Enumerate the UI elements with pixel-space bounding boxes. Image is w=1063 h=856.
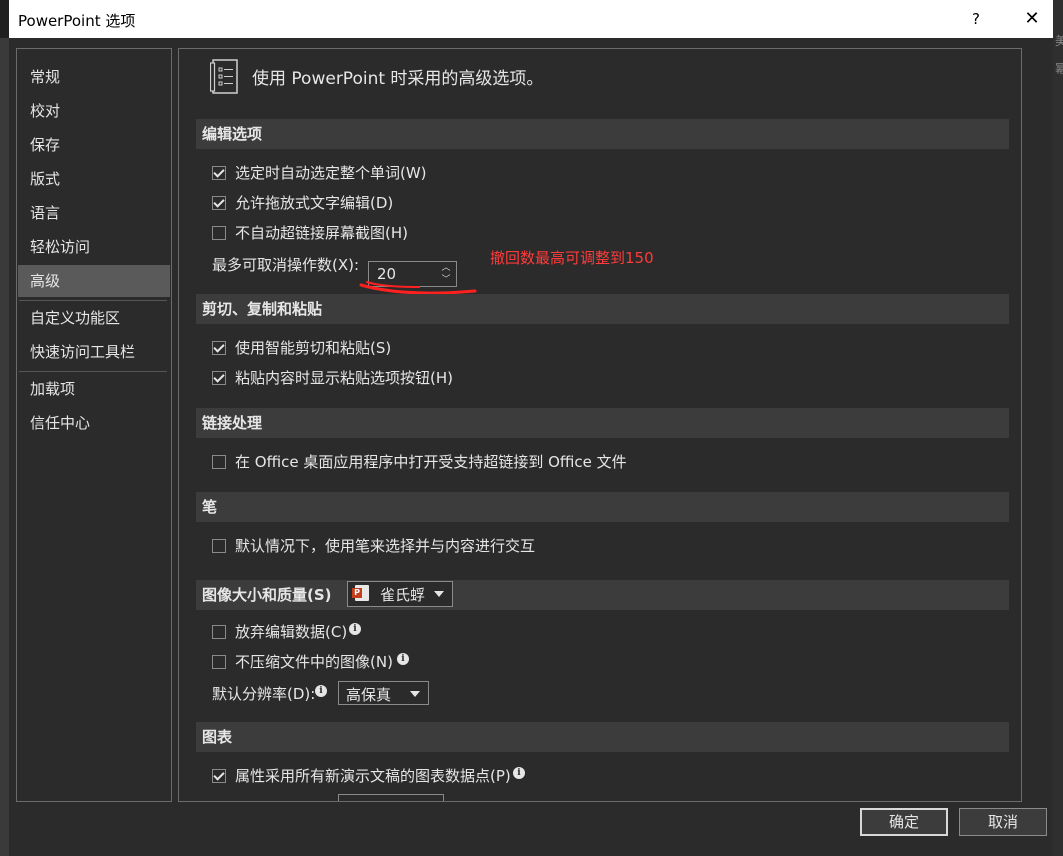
sidebar-item-quick-access-toolbar[interactable]: 快速访问工具栏 bbox=[18, 336, 170, 368]
default-resolution-select[interactable]: 高保真 bbox=[338, 681, 429, 705]
background-app-right: 美 幂 bbox=[1053, 0, 1063, 856]
section-pen: 笔 bbox=[196, 492, 1009, 522]
option-label: 选定时自动选定整个单词(W) bbox=[235, 164, 427, 182]
cancel-button[interactable]: 取消 bbox=[959, 808, 1047, 836]
section-cut-copy-paste: 剪切、复制和粘贴 bbox=[196, 294, 1009, 324]
info-icon[interactable]: i bbox=[349, 623, 361, 635]
checkbox-auto-select-word[interactable] bbox=[212, 166, 226, 180]
option-label: 放弃编辑数据(C) bbox=[235, 623, 348, 641]
default-resolution-value: 高保真 bbox=[346, 686, 392, 704]
sidebar-divider bbox=[19, 300, 167, 301]
undo-count-label: 最多可取消操作数(X): bbox=[212, 256, 360, 274]
options-dialog: 常规 校对 保存 版式 语言 轻松访问 高级 自定义功能区 快速访问工具栏 加载… bbox=[9, 38, 1053, 856]
sidebar-item-accessibility[interactable]: 轻松访问 bbox=[18, 231, 170, 263]
default-resolution-label: 默认分辨率(D): bbox=[212, 685, 316, 703]
checkbox-drag-drop-editing[interactable] bbox=[212, 196, 226, 210]
checkbox-open-links-in-desktop-app[interactable] bbox=[212, 455, 226, 469]
chevron-down-icon bbox=[434, 591, 444, 597]
chevron-down-icon bbox=[410, 691, 420, 697]
checkbox-no-auto-hyperlink-screenshot[interactable] bbox=[212, 226, 226, 240]
title-bar: PowerPoint 选项 ? ✕ bbox=[9, 0, 1053, 38]
option-label: 允许拖放式文字编辑(D) bbox=[235, 194, 394, 212]
info-icon[interactable]: i bbox=[513, 767, 525, 779]
info-icon[interactable]: i bbox=[315, 685, 327, 697]
option-label: 默认情况下，使用笔来选择并与内容进行交互 bbox=[235, 537, 536, 555]
image-file-select[interactable]: 雀氏蜉 bbox=[347, 581, 453, 607]
option-label: 属性采用所有新演示文稿的图表数据点(P) bbox=[235, 767, 511, 785]
checkbox-smart-cut-paste[interactable] bbox=[212, 341, 226, 355]
section-edit-options: 编辑选项 bbox=[196, 119, 1009, 149]
sidebar-item-trust-center[interactable]: 信任中心 bbox=[18, 407, 170, 439]
sidebar-item-general[interactable]: 常规 bbox=[18, 61, 170, 93]
advanced-options-icon bbox=[209, 59, 240, 99]
section-title: 图像大小和质量(S) bbox=[202, 586, 332, 604]
powerpoint-file-icon bbox=[352, 585, 369, 601]
image-file-select-value: 雀氏蜉 bbox=[380, 586, 426, 604]
window-title: PowerPoint 选项 bbox=[18, 12, 136, 30]
sidebar-item-save[interactable]: 保存 bbox=[18, 129, 170, 161]
checkbox-chart-data-point-properties[interactable] bbox=[212, 769, 226, 783]
help-button[interactable]: ? bbox=[954, 6, 998, 32]
sidebar-item-advanced[interactable]: 高级 bbox=[18, 265, 170, 297]
checkbox-show-paste-options[interactable] bbox=[212, 371, 226, 385]
checkbox-do-not-compress-images[interactable] bbox=[212, 655, 226, 669]
sidebar-item-layout[interactable]: 版式 bbox=[18, 163, 170, 195]
sidebar-item-customize-ribbon[interactable]: 自定义功能区 bbox=[18, 302, 170, 334]
sidebar: 常规 校对 保存 版式 语言 轻松访问 高级 自定义功能区 快速访问工具栏 加载… bbox=[16, 48, 172, 802]
close-button[interactable]: ✕ bbox=[1007, 6, 1057, 32]
background-text-fragment: 美 bbox=[1055, 34, 1063, 48]
option-label: 不自动超链接屏幕截图(H) bbox=[235, 224, 408, 242]
sidebar-divider bbox=[19, 371, 167, 372]
option-label: 在 Office 桌面应用程序中打开受支持超链接到 Office 文件 bbox=[235, 453, 627, 471]
ok-button[interactable]: 确定 bbox=[860, 808, 948, 836]
annotation-text: 撤回数最高可调整到150 bbox=[490, 249, 654, 267]
checkbox-pen-select-interact[interactable] bbox=[212, 539, 226, 553]
checkbox-discard-editing-data[interactable] bbox=[212, 625, 226, 639]
option-label: 使用智能剪切和粘贴(S) bbox=[235, 339, 392, 357]
section-image-size-quality: 图像大小和质量(S) bbox=[196, 580, 1009, 610]
section-chart: 图表 bbox=[196, 722, 1009, 752]
advanced-options-panel: 使用 PowerPoint 时采用的高级选项。 编辑选项 选定时自动选定整个单词… bbox=[178, 48, 1022, 802]
page-title: 使用 PowerPoint 时采用的高级选项。 bbox=[252, 69, 544, 89]
option-label: 粘贴内容时显示粘贴选项按钮(H) bbox=[235, 369, 453, 387]
sidebar-item-add-ins[interactable]: 加载项 bbox=[18, 373, 170, 405]
sidebar-item-proofing[interactable]: 校对 bbox=[18, 95, 170, 127]
background-app-left bbox=[0, 38, 9, 856]
section-link-handling: 链接处理 bbox=[196, 408, 1009, 438]
sidebar-item-language[interactable]: 语言 bbox=[18, 197, 170, 229]
chart-file-select[interactable] bbox=[338, 794, 444, 801]
info-icon[interactable]: i bbox=[397, 653, 409, 665]
option-label: 不压缩文件中的图像(N) bbox=[235, 653, 393, 671]
background-text-fragment: 幂 bbox=[1055, 62, 1063, 76]
